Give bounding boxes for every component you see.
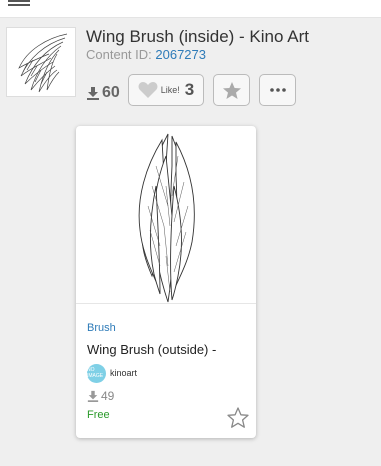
more-icon	[269, 88, 286, 92]
page-title: Wing Brush (inside) - Kino Art	[86, 27, 309, 46]
related-content-card[interactable]: Brush Wing Brush (outside) - NO IMAGE ki…	[76, 126, 256, 438]
hamburger-icon[interactable]	[8, 0, 30, 6]
top-bar	[0, 0, 381, 18]
card-download-value: 49	[101, 389, 115, 403]
card-download-count: 49	[87, 389, 114, 403]
content-header: Wing Brush (inside) - Kino Art Content I…	[0, 19, 381, 117]
download-count: 60	[86, 82, 120, 104]
download-icon	[87, 390, 99, 402]
star-outline-icon	[227, 407, 249, 428]
card-image[interactable]	[76, 126, 256, 304]
heart-icon	[138, 82, 158, 98]
more-button[interactable]	[259, 74, 296, 106]
content-id-label: Content ID:	[86, 47, 152, 62]
content-thumbnail[interactable]	[6, 27, 76, 97]
like-count: 3	[184, 80, 195, 99]
star-icon	[222, 81, 241, 99]
avatar: NO IMAGE	[87, 363, 106, 383]
like-label: Like!	[160, 85, 180, 95]
favorite-button[interactable]	[213, 74, 250, 106]
wing-outside-image	[138, 133, 195, 303]
download-count-value: 60	[102, 84, 120, 101]
author-name[interactable]: kinoart	[110, 368, 137, 378]
wing-thumbnail-image	[18, 33, 68, 93]
download-icon	[87, 87, 99, 100]
price-label: Free	[87, 409, 110, 421]
star-icon[interactable]	[226, 406, 250, 430]
card-title[interactable]: Wing Brush (outside) -	[87, 342, 216, 357]
content-id-value[interactable]: 2067273	[155, 47, 206, 62]
card-category[interactable]: Brush	[87, 322, 116, 334]
content-id: Content ID: 2067273	[86, 47, 206, 62]
card-author[interactable]: NO IMAGE kinoart	[87, 363, 137, 383]
like-button[interactable]: Like! 3	[128, 74, 204, 106]
